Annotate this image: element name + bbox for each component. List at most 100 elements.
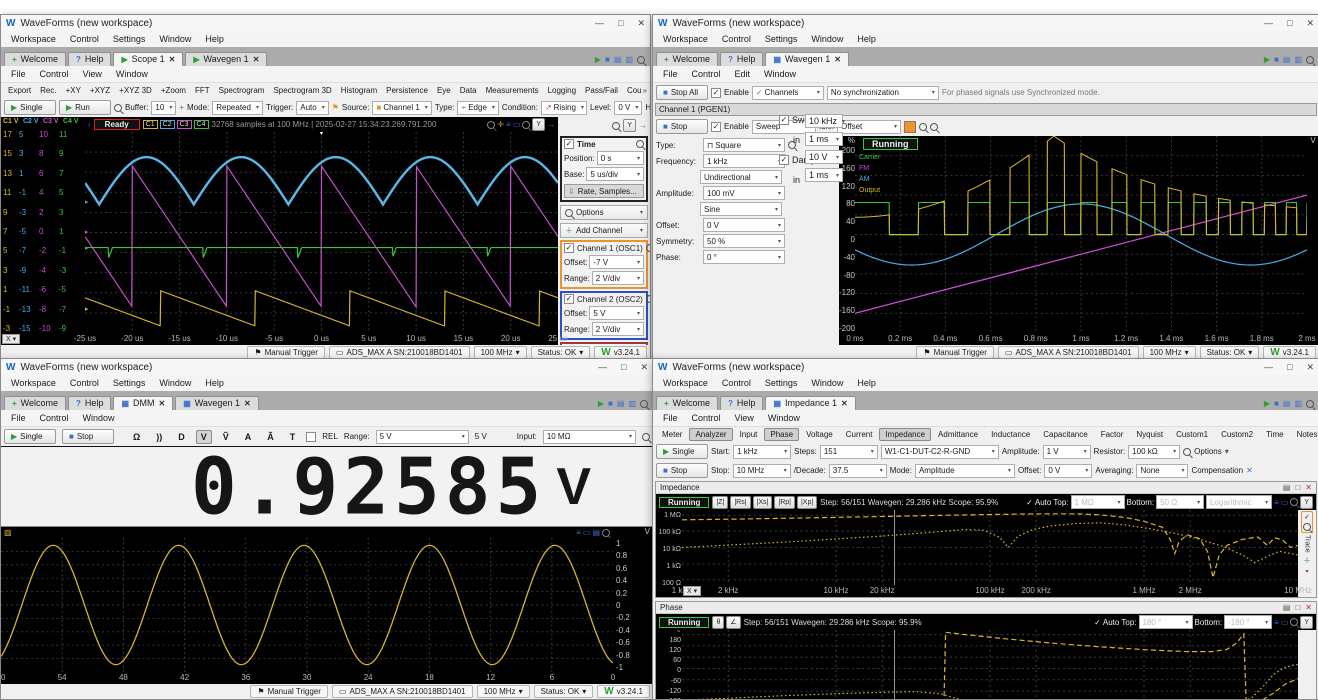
view-tab[interactable]: Factor — [1095, 428, 1130, 441]
tab[interactable]: ▦DMM✕ — [113, 396, 173, 410]
menu-item[interactable]: View — [729, 412, 760, 424]
status-indicator[interactable]: Status: OK ▾ — [534, 685, 594, 698]
input-impedance-select[interactable]: 10 MΩ — [543, 430, 636, 444]
menu-item[interactable]: Workspace — [5, 377, 62, 389]
compensation-icon[interactable]: ✕ — [1246, 466, 1253, 475]
view-toolbar-item[interactable]: +XYZ 3D — [115, 85, 156, 96]
preview-icon[interactable] — [930, 123, 938, 131]
tab-close-icon[interactable]: ✕ — [834, 55, 841, 64]
sweep-in-select[interactable]: 1 ms — [805, 136, 839, 146]
start-frequency-select[interactable]: 1 kHz — [733, 445, 791, 459]
type-select[interactable]: ⊓Square — [703, 138, 785, 152]
view-toolbar-item[interactable]: Persistence — [382, 85, 432, 96]
tab-close-icon[interactable]: ✕ — [244, 399, 251, 408]
menu-item[interactable]: File — [657, 412, 684, 424]
view-tab[interactable]: Input — [734, 428, 764, 441]
tab[interactable]: ?Help — [68, 396, 111, 410]
damp-checkbox[interactable] — [779, 155, 789, 165]
run-all-icon[interactable]: ▶ — [598, 399, 604, 408]
top-select[interactable]: 1 MΩ — [1071, 495, 1125, 509]
zoom-icon[interactable] — [1290, 498, 1298, 506]
overflow-chevron-icon[interactable]: » — [643, 86, 647, 95]
damp-to-select[interactable]: 10 V — [805, 150, 839, 164]
channel2-offset-marker[interactable]: ▶ — [85, 198, 88, 206]
stop-all-icon[interactable]: ■ — [1274, 399, 1279, 408]
dmm-mode-button[interactable]: )) — [151, 430, 167, 444]
window-layout-icon[interactable]: ▤ — [617, 399, 625, 408]
channels-select[interactable]: ✓Channels — [752, 86, 824, 100]
channel-chip[interactable]: C1 — [143, 120, 158, 129]
view-tab[interactable]: Nyquist — [1130, 428, 1169, 441]
zoom-icon[interactable] — [637, 56, 645, 64]
menu-item[interactable]: Settings — [107, 377, 152, 389]
idle-select[interactable]: Offset — [837, 120, 901, 134]
y-axis-button[interactable]: Y — [1300, 496, 1313, 509]
minimize-button[interactable]: — — [595, 18, 604, 29]
channel4-offset-marker[interactable]: ▶ — [85, 244, 88, 252]
menu-item[interactable]: Control — [716, 33, 757, 45]
zoom-icon[interactable] — [1306, 56, 1314, 64]
zoom-icon[interactable] — [1183, 448, 1191, 456]
damp-shape-select[interactable]: Sine — [700, 202, 782, 216]
phase-plot-canvas[interactable] — [682, 630, 1298, 700]
menu-item[interactable]: View — [77, 68, 108, 80]
fit-icon[interactable]: ≡ — [1274, 618, 1279, 627]
menu-item[interactable]: Window — [153, 33, 197, 45]
trace-type-button[interactable]: |Xp| — [797, 496, 817, 509]
menu-item[interactable]: Workspace — [657, 33, 714, 45]
tab-close-icon[interactable]: ✕ — [159, 399, 166, 408]
menu-item[interactable]: Control — [686, 68, 727, 80]
view-tab[interactable]: Inductance — [985, 428, 1036, 441]
window-split-icon[interactable]: ▥ — [625, 55, 633, 64]
tab[interactable]: ?Help — [720, 52, 763, 66]
window-layout-icon[interactable]: ▤ — [1283, 399, 1291, 408]
view-toolbar-item[interactable]: Spectrogram 3D — [269, 85, 335, 96]
menu-item[interactable]: Edit — [729, 68, 757, 80]
zoom-icon[interactable] — [1290, 618, 1298, 626]
channel-chip[interactable]: C4 — [194, 120, 209, 129]
zoom-icon[interactable] — [602, 529, 610, 537]
amplitude-select[interactable]: 1 V — [1043, 445, 1091, 459]
rel-checkbox[interactable] — [306, 432, 316, 442]
level-select[interactable]: 0 V — [614, 101, 642, 115]
tab[interactable]: ?Help — [68, 52, 111, 66]
tab-close-icon[interactable]: ✕ — [253, 55, 260, 64]
menu-item[interactable]: Window — [153, 377, 197, 389]
window-split-icon[interactable]: ▥ — [1294, 399, 1302, 408]
trigger-position-marker[interactable]: ▼ — [318, 132, 325, 137]
menu-item[interactable]: Window — [805, 33, 849, 45]
run-button[interactable]: ▶Run — [59, 100, 111, 115]
resistor-select[interactable]: 100 kΩ — [1128, 445, 1180, 459]
view-tab[interactable]: Impedance — [879, 428, 931, 441]
run-all-icon[interactable]: ▶ — [595, 55, 601, 64]
undock-button[interactable]: ▤ — [1283, 603, 1291, 612]
y-axis-button[interactable]: Y — [532, 118, 545, 131]
menu-item[interactable]: Window — [805, 377, 849, 389]
x-axis-selector[interactable]: X ▾ — [683, 586, 701, 596]
single-button[interactable]: ▶Single — [656, 444, 708, 459]
mode-select[interactable]: Repeated — [212, 101, 263, 115]
view-tab[interactable]: Meter — [656, 428, 688, 441]
tab[interactable]: +Welcome — [656, 396, 718, 410]
condition-select[interactable]: ↗Rising — [541, 101, 587, 115]
view-tab[interactable]: Analyzer — [689, 428, 732, 441]
per-decade-select[interactable]: 37.5 — [829, 464, 887, 478]
zoom-icon[interactable] — [1303, 523, 1311, 531]
dmm-mode-button[interactable]: Ω — [128, 430, 145, 444]
zoom-icon[interactable] — [646, 244, 650, 252]
source-select[interactable]: ■Channel 1 — [372, 101, 431, 115]
frequency-select[interactable]: 1 kHz — [703, 154, 785, 168]
zoom-icon[interactable] — [1306, 400, 1314, 408]
zoom-icon[interactable] — [636, 140, 644, 148]
time-base-select[interactable]: 5 us/div — [586, 167, 644, 181]
trace-type-button[interactable]: θ — [712, 616, 724, 629]
trace-checkbox[interactable]: ✓ — [1304, 513, 1310, 521]
menu-item[interactable]: Settings — [107, 33, 152, 45]
channel-checkbox[interactable] — [564, 243, 574, 253]
scale-select[interactable]: Logarithmic — [1206, 495, 1272, 509]
view-toolbar-item[interactable]: Eye — [433, 85, 455, 96]
y-axis-button[interactable]: Y — [623, 119, 636, 132]
manual-trigger-button[interactable]: ⚑Manual Trigger — [250, 685, 328, 698]
menu-item[interactable]: Workspace — [5, 33, 62, 45]
titlebar[interactable]: W WaveForms (new workspace) —□✕ — [1, 15, 650, 31]
